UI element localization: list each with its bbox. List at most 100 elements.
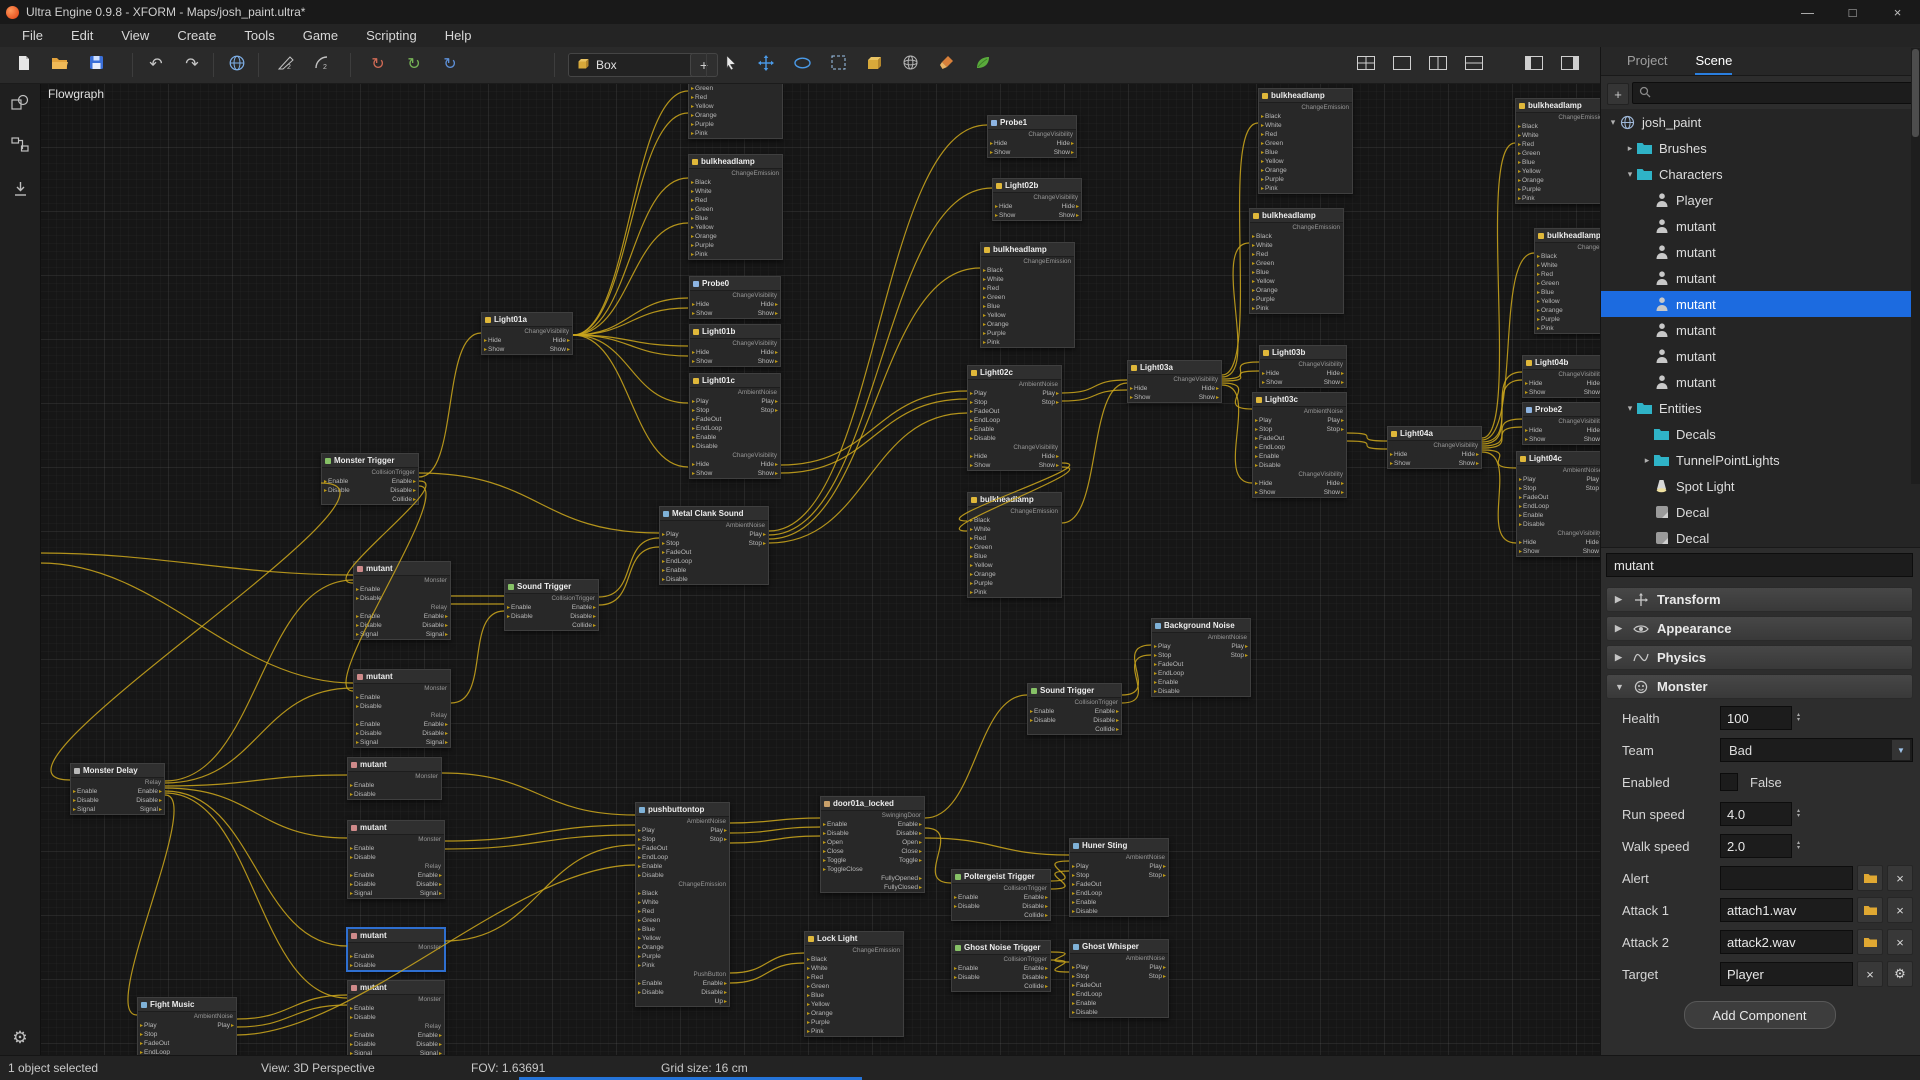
- flowgraph-node-light02b[interactable]: Light02bChangeVisibility▸HideHide▸▸ShowS…: [992, 178, 1082, 221]
- flowgraph-node-mutant[interactable]: mutantMonster▸Enable▸Disable: [347, 757, 442, 800]
- health-stepper[interactable]: ▴▾: [1797, 713, 1800, 723]
- globe-button[interactable]: [221, 50, 253, 80]
- flowgraph-node-pushbuttontop[interactable]: pushbuttontopAmbientNoise▸PlayPlay▸▸Stop…: [635, 802, 730, 1007]
- flowgraph-node-background-noise[interactable]: Background NoiseAmbientNoise▸PlayPlay▸▸S…: [1151, 618, 1251, 697]
- attack-1-browse-button[interactable]: [1857, 897, 1883, 923]
- flowgraph-node-probe2[interactable]: Probe2ChangeVisibility▸HideHide▸▸ShowSho…: [1522, 402, 1600, 445]
- marquee-button[interactable]: [822, 50, 854, 80]
- flowgraph-node-ghost-noise-trigger[interactable]: Ghost Noise TriggerCollisionTrigger▸Enab…: [951, 940, 1051, 992]
- run-speed-stepper[interactable]: ▴▾: [1797, 809, 1800, 819]
- tree-item-brushes[interactable]: ▸Brushes: [1601, 135, 1920, 161]
- flowgraph-node-partial[interactable]: ▸Green▸Red▸Yellow▸Orange▸Purple▸Pink: [688, 83, 783, 139]
- rot-y-button[interactable]: ↻: [398, 50, 430, 80]
- flowgraph-node-probe0[interactable]: Probe0ChangeVisibility▸HideHide▸▸ShowSho…: [689, 276, 781, 319]
- move-button[interactable]: [750, 50, 782, 80]
- target-clear-button[interactable]: ×: [1857, 961, 1883, 987]
- flowgraph-node-light04c[interactable]: Light04cAmbientNoise▸PlayPlay▸▸StopStop▸…: [1516, 451, 1600, 557]
- tree-item-entities[interactable]: ▾Entities: [1601, 395, 1920, 421]
- team-dropdown[interactable]: Bad▼: [1720, 738, 1913, 762]
- flowgraph-node-light01b[interactable]: Light01bChangeVisibility▸HideHide▸▸ShowS…: [689, 324, 781, 367]
- flowgraph-node-bulkheadlamp[interactable]: bulkheadlampChangeEmission▸Black▸White▸R…: [1534, 228, 1600, 334]
- flowgraph-node-light03a[interactable]: Light03aChangeVisibility▸HideHide▸▸ShowS…: [1127, 360, 1222, 403]
- tree-item-mutant[interactable]: mutant: [1601, 265, 1920, 291]
- flowgraph-node-mutant[interactable]: mutantMonster▸Enable▸DisableRelay▸Enable…: [353, 669, 451, 748]
- flowgraph-node-huner-sting[interactable]: Huner StingAmbientNoise▸PlayPlay▸▸StopSt…: [1069, 838, 1169, 917]
- section-physics[interactable]: ▶Physics: [1606, 645, 1913, 670]
- menu-help[interactable]: Help: [431, 24, 486, 47]
- expand-open-icon[interactable]: ▾: [1624, 403, 1636, 414]
- flowgraph-node-mutant[interactable]: mutantMonster▸Enable▸DisableRelay▸Enable…: [347, 980, 445, 1056]
- tree-item-josh_paint[interactable]: ▾josh_paint: [1601, 109, 1920, 135]
- tree-item-decals[interactable]: Decals: [1601, 421, 1920, 447]
- flowgraph-node-light04a[interactable]: Light04aChangeVisibility▸HideHide▸▸ShowS…: [1387, 426, 1482, 469]
- attack-2-input[interactable]: [1720, 930, 1853, 954]
- flowgraph-node-mutant[interactable]: mutantMonster▸Enable▸Disable: [347, 928, 445, 971]
- menu-file[interactable]: File: [8, 24, 57, 47]
- cursor-button[interactable]: [714, 50, 746, 80]
- menu-create[interactable]: Create: [163, 24, 230, 47]
- flowgraph-node-light03c[interactable]: Light03cAmbientNoise▸PlayPlay▸▸StopStop▸…: [1252, 392, 1347, 498]
- target-input[interactable]: [1720, 962, 1853, 986]
- tree-item-spot-light[interactable]: Spot Light: [1601, 473, 1920, 499]
- enabled-checkbox[interactable]: [1720, 773, 1738, 791]
- tree-item-tunnelpointlights[interactable]: ▸TunnelPointLights: [1601, 447, 1920, 473]
- attack-1-input[interactable]: [1720, 898, 1853, 922]
- rot-x-button[interactable]: ↻: [362, 50, 394, 80]
- scrollbar-thumb[interactable]: [1912, 49, 1919, 137]
- tree-item-decal[interactable]: Decal: [1601, 499, 1920, 525]
- health-input[interactable]: [1720, 706, 1792, 730]
- tree-item-mutant[interactable]: mutant: [1601, 369, 1920, 395]
- flowgraph-node-mutant[interactable]: mutantMonster▸Enable▸DisableRelay▸Enable…: [347, 820, 445, 899]
- settings-button[interactable]: ⚙: [4, 1021, 36, 1053]
- tree-item-mutant[interactable]: mutant: [1601, 213, 1920, 239]
- undo-button[interactable]: ↶: [140, 50, 172, 80]
- flowgraph-node-poltergeist-trigger[interactable]: Poltergeist TriggerCollisionTrigger▸Enab…: [951, 869, 1051, 921]
- flowgraph-node-metal-clank-sound[interactable]: Metal Clank SoundAmbientNoise▸PlayPlay▸▸…: [659, 506, 769, 585]
- save-button[interactable]: [80, 50, 112, 80]
- run-speed-input[interactable]: [1720, 802, 1792, 826]
- page-button[interactable]: [8, 50, 40, 80]
- import-button[interactable]: [4, 175, 36, 207]
- flowgraph-node-bulkheadlamp[interactable]: bulkheadlampChangeEmission▸Black▸White▸R…: [1249, 208, 1344, 314]
- flowgraph-canvas[interactable]: Flowgraph ▸Green▸Red▸Yellow▸Orange▸Purpl…: [40, 83, 1600, 1056]
- vp-single-button[interactable]: [1386, 50, 1418, 80]
- flowgraph-node-door01a-locked[interactable]: door01a_lockedSwingingDoor▸EnableEnable▸…: [820, 796, 925, 893]
- flowgraph-node-bulkheadlamp[interactable]: bulkheadlampChangeEmission▸Black▸White▸R…: [980, 242, 1075, 348]
- vp-right-button[interactable]: [1554, 50, 1586, 80]
- expand-closed-icon[interactable]: ▸: [1641, 455, 1653, 466]
- scene-tree-scrollbar[interactable]: [1911, 48, 1920, 484]
- alert-clear-button[interactable]: ×: [1887, 865, 1913, 891]
- open-folder-button[interactable]: [44, 50, 76, 80]
- flowgraph-node-bulkheadlamp[interactable]: bulkheadlampChangeEmission▸Black▸White▸R…: [1258, 88, 1353, 194]
- tree-item-mutant[interactable]: mutant: [1601, 239, 1920, 265]
- rotate-tool-button[interactable]: [786, 50, 818, 80]
- menu-scripting[interactable]: Scripting: [352, 24, 431, 47]
- snap-rotate-button[interactable]: 2: [306, 50, 338, 80]
- alert-browse-button[interactable]: [1857, 865, 1883, 891]
- menu-game[interactable]: Game: [289, 24, 352, 47]
- snap-move-button[interactable]: 2: [270, 50, 302, 80]
- tree-item-mutant[interactable]: mutant: [1601, 291, 1920, 317]
- leaf-button[interactable]: [966, 50, 998, 80]
- maximize-button[interactable]: □: [1830, 0, 1875, 24]
- flowgraph-node-monster-delay[interactable]: Monster DelayRelay▸EnableEnable▸▸Disable…: [70, 763, 165, 815]
- flowgraph-node-monster-trigger[interactable]: Monster TriggerCollisionTrigger▸EnableEn…: [321, 453, 419, 505]
- vp-quad-button[interactable]: [1350, 50, 1382, 80]
- menu-edit[interactable]: Edit: [57, 24, 107, 47]
- tree-item-decal[interactable]: Decal: [1601, 525, 1920, 548]
- vp-rows-button[interactable]: [1458, 50, 1490, 80]
- attack-2-clear-button[interactable]: ×: [1887, 929, 1913, 955]
- flowgraph-node-light02c[interactable]: Light02cAmbientNoise▸PlayPlay▸▸StopStop▸…: [967, 365, 1062, 471]
- expand-closed-icon[interactable]: ▸: [1624, 143, 1636, 154]
- objects-button[interactable]: [4, 89, 36, 121]
- expand-open-icon[interactable]: ▾: [1607, 117, 1619, 128]
- tree-item-mutant[interactable]: mutant: [1601, 317, 1920, 343]
- flowgraph-button[interactable]: [4, 131, 36, 163]
- search-input[interactable]: [1656, 85, 1906, 101]
- attack-1-clear-button[interactable]: ×: [1887, 897, 1913, 923]
- flowgraph-node-lock-light[interactable]: Lock LightChangeEmission▸Black▸White▸Red…: [804, 931, 904, 1037]
- flowgraph-node-sound-trigger[interactable]: Sound TriggerCollisionTrigger▸EnableEnab…: [1027, 683, 1122, 735]
- rot-z-button[interactable]: ↻: [434, 50, 466, 80]
- minimize-button[interactable]: —: [1785, 0, 1830, 24]
- section-transform[interactable]: ▶Transform: [1606, 587, 1913, 612]
